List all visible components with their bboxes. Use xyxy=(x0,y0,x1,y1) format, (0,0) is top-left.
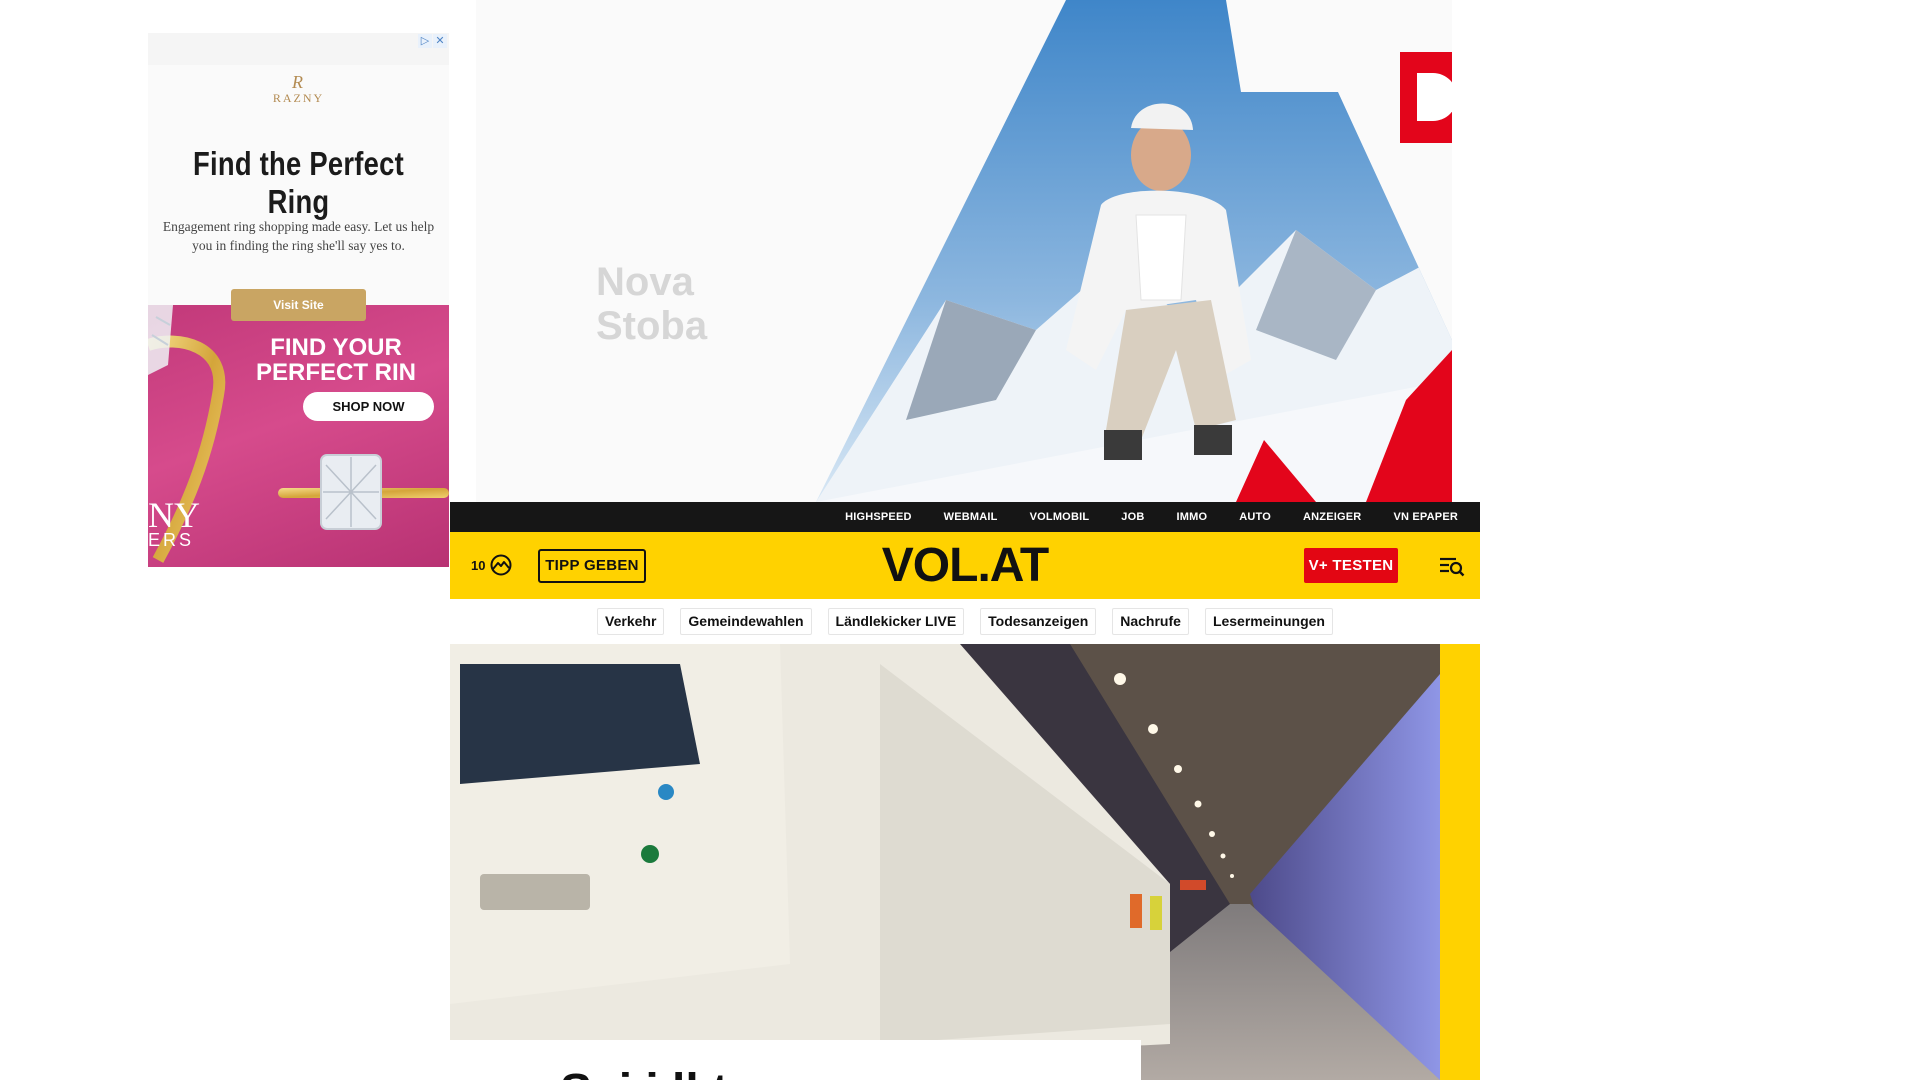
topbar-link-auto[interactable]: AUTO xyxy=(1239,511,1271,523)
chip-gemeindewahlen[interactable]: Gemeindewahlen xyxy=(680,608,812,635)
menu-search-icon[interactable] xyxy=(1439,555,1465,577)
ad-ring-banner[interactable]: FIND YOUR PERFECT RIN SHOP NOW NY ERS xyxy=(148,305,449,567)
side-ad-ring[interactable]: ▷ ✕ R RAZNY Find the Perfect Ring Engage… xyxy=(148,33,449,567)
ad-headline: Find the Perfect Ring xyxy=(193,145,404,220)
site-header: 10 TIPP GEBEN VOL.AT V+ TESTEN xyxy=(450,532,1480,599)
banner-title-line2: PERFECT RIN xyxy=(256,359,417,386)
banner-brand-fragment-2: ERS xyxy=(148,530,195,550)
lead-story[interactable]: Sai i ll t xyxy=(450,644,1480,1080)
topbar-link-job[interactable]: JOB xyxy=(1121,511,1144,523)
hero-ad-red-logo xyxy=(1400,52,1452,143)
topbar-link-webmail[interactable]: WEBMAIL xyxy=(944,511,998,523)
ad-brand-name: RAZNY xyxy=(272,91,325,105)
chip-nachrufe[interactable]: Nachrufe xyxy=(1112,608,1189,635)
shop-now-button[interactable]: SHOP NOW xyxy=(303,392,434,421)
topbar-link-vn-epaper[interactable]: VN EPAPER xyxy=(1393,511,1458,523)
chip-laendlekicker-live[interactable]: Ländlekicker LIVE xyxy=(827,608,965,635)
v-plus-testen-button[interactable]: V+ TESTEN xyxy=(1304,548,1398,583)
site-shell: HIGHSPEED WEBMAIL VOLMOBIL JOB IMMO AUTO… xyxy=(450,502,1480,1080)
chip-todesanzeigen[interactable]: Todesanzeigen xyxy=(980,608,1097,635)
ad-subtext: Engagement ring shopping made easy. Let … xyxy=(162,219,435,253)
ad-brand-logo: R RAZNY xyxy=(148,73,449,106)
hero-ad-photo xyxy=(816,0,1452,502)
chip-verkehr[interactable]: Verkehr xyxy=(597,608,665,635)
chip-lesermeinungen[interactable]: Lesermeinungen xyxy=(1204,608,1333,635)
topbar-link-anzeiger[interactable]: ANZEIGER xyxy=(1303,511,1361,523)
adchoices-play-icon[interactable]: ▷ xyxy=(418,34,432,48)
topic-chips: Verkehr Gemeindewahlen Ländlekicker LIVE… xyxy=(450,599,1480,644)
adchoices[interactable]: ▷ ✕ xyxy=(418,34,447,48)
topbar-link-volmobil[interactable]: VOLMOBIL xyxy=(1030,511,1090,523)
ad-brand-monogram: R xyxy=(292,72,305,92)
lead-story-photo[interactable] xyxy=(450,644,1440,1080)
hero-ad[interactable]: Nova Stoba xyxy=(476,0,1452,502)
page: ▷ ✕ R RAZNY Find the Perfect Ring Engage… xyxy=(0,0,1920,1080)
banner-title: FIND YOUR PERFECT RIN xyxy=(256,335,416,385)
headline-box[interactable]: Sai i ll t xyxy=(450,1040,1141,1080)
topbar-link-immo[interactable]: IMMO xyxy=(1176,511,1207,523)
adchoices-close-icon[interactable]: ✕ xyxy=(433,34,447,48)
topbar-link-highspeed[interactable]: HIGHSPEED xyxy=(845,511,912,523)
banner-title-line1: FIND YOUR xyxy=(270,334,402,361)
headline[interactable]: Sai i ll t xyxy=(560,1064,728,1080)
topbar-nav: HIGHSPEED WEBMAIL VOLMOBIL JOB IMMO AUTO… xyxy=(450,502,1480,532)
visit-site-button[interactable]: Visit Site xyxy=(231,289,366,321)
banner-brand-fragment: NY xyxy=(148,495,200,535)
